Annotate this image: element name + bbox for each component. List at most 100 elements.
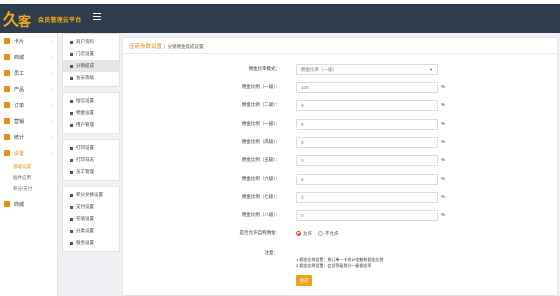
subnav-item[interactable]: 分销提成: [63, 60, 119, 72]
sidebar-item-5[interactable]: 营销 ›: [0, 113, 57, 129]
rate-input[interactable]: 0: [296, 191, 438, 203]
sidebar-item-2[interactable]: 员工 ›: [0, 65, 57, 81]
subnav-item-label: 员工管理: [76, 169, 94, 174]
form-row-rate-5: 佣金比例（五级）： 0%: [123, 155, 559, 167]
radio-disallow[interactable]: 不允许: [318, 231, 339, 237]
subnav-item-label: 打印日志: [76, 157, 94, 162]
home-icon: [4, 38, 10, 44]
bullet-icon: [70, 64, 73, 68]
bullet-icon: [70, 111, 73, 115]
rate-label: 佣金比例（高级）：: [241, 138, 280, 144]
sidebar-subitem-2[interactable]: 积分/支付: [0, 183, 57, 194]
subnav-item[interactable]: 积分兑换设置: [63, 189, 119, 201]
subnav-item-label: 积分兑换设置: [76, 192, 103, 197]
subnav-item[interactable]: 会员等级: [63, 72, 119, 84]
sidebar-item-6[interactable]: 统计 ›: [0, 129, 57, 145]
order-icon: [4, 102, 10, 108]
rate-label: 佣金比例（一级）：: [241, 120, 280, 126]
breadcrumb: 佳商参数设置 | 分销佣金提成设置: [129, 42, 203, 50]
form-row-rate-3: 佣金比例（一级）： 0%: [123, 118, 559, 130]
sidebar-item-label: 商城: [14, 54, 25, 61]
self-purchase-radios: 允许 不允许: [296, 228, 345, 239]
form-row-rate-6: 佣金比例（六级）： 0%: [123, 173, 559, 185]
rate-input[interactable]: 100: [296, 82, 438, 93]
bullet-icon: [70, 40, 73, 44]
bullet-icon: [70, 241, 73, 245]
bullet-icon: [70, 229, 73, 233]
percent-sign: %: [441, 157, 446, 163]
chevron-right-icon: ›: [50, 71, 52, 76]
rate-input[interactable]: 0: [296, 210, 438, 222]
subnav-item[interactable]: 支付设置: [63, 201, 119, 213]
sidebar-item-label: 设置: [14, 150, 25, 157]
rate-input[interactable]: 0: [296, 173, 438, 185]
rate-input[interactable]: 0: [296, 100, 438, 112]
bullet-icon: [70, 170, 73, 174]
subnav-item[interactable]: 用户管理: [63, 119, 119, 131]
percent-sign: %: [441, 193, 446, 199]
radio-disallow-circle[interactable]: [318, 231, 323, 236]
rate-input[interactable]: 0: [296, 155, 438, 167]
breadcrumb-main[interactable]: 佳商参数设置: [129, 44, 162, 50]
sidebar-item-last[interactable]: 商城: [0, 196, 57, 212]
subnav-item-label: 门店设置: [76, 51, 94, 56]
subnav-item[interactable]: 服务设置: [63, 237, 119, 249]
sidebar-item-label: 订单: [14, 102, 25, 109]
note-line-2: 2.佣金比例设置：会员等级划分一级佣金率: [296, 263, 372, 268]
mode-select[interactable]: 佣金比率（一级） ▼: [296, 64, 438, 75]
top-bar: 久 客 会员管理云平台: [0, 0, 560, 33]
browser-strip: [0, 0, 560, 4]
subnav-item[interactable]: 充值设置: [63, 213, 119, 225]
subnav-item[interactable]: 打印日志: [63, 154, 119, 166]
subnav-group-2: 打印设置打印日志员工管理: [62, 139, 120, 181]
chevron-down-icon: ▼: [429, 67, 433, 72]
bullet-icon: [70, 205, 73, 209]
subnav-item[interactable]: 商户资料: [63, 36, 119, 48]
sidebar-item-label: 员工: [14, 70, 25, 77]
chevron-right-icon: ›: [50, 87, 52, 92]
chevron-right-icon: ›: [50, 135, 52, 140]
mode-select-value: 佣金比率（一级）: [301, 67, 337, 72]
sidebar-item-1[interactable]: 商城 ›: [0, 49, 57, 65]
rate-label: 佣金比例（七级）：: [241, 193, 280, 199]
settings-icon: [4, 150, 10, 156]
sidebar-item-4[interactable]: 订单 ›: [0, 97, 57, 113]
subnav-item[interactable]: 短信设置: [63, 95, 119, 107]
rate-input[interactable]: 0: [296, 136, 438, 148]
sidebar-item-7[interactable]: 设置 ›: [0, 145, 57, 161]
radio-allow-label: 允许: [303, 230, 312, 236]
rate-label: 佣金比例（二级）：: [241, 102, 280, 108]
subnav-item-label: 服务设置: [76, 240, 94, 245]
subnav-item-label: 会员等级: [76, 75, 94, 80]
breadcrumb-separator: |: [164, 44, 166, 50]
subnav-item-label: 佣金设置: [76, 110, 94, 115]
sidebar-subitem-0[interactable]: 基础设置: [0, 161, 57, 172]
subnav-item[interactable]: 门店设置: [63, 48, 119, 60]
sidebar-item-0[interactable]: 卡片 ›: [0, 33, 57, 49]
bullet-icon: [70, 99, 73, 103]
form-row-rate-4: 佣金比例（高级）： 0%: [123, 136, 559, 148]
breadcrumb-current: 分销佣金提成设置: [167, 44, 204, 49]
rate-input[interactable]: 0: [296, 118, 438, 130]
radio-allow-circle[interactable]: [296, 231, 301, 236]
sidebar-item-3[interactable]: 产品 ›: [0, 81, 57, 97]
radio-allow[interactable]: 允许: [296, 231, 312, 237]
form-row-mode: 佣金比率模式： 佣金比率（一级） ▼: [123, 64, 559, 75]
subnav-item[interactable]: 佣金设置: [63, 107, 119, 119]
brand-name: 会员管理云平台: [38, 18, 82, 24]
subnav-item[interactable]: 员工管理: [63, 166, 119, 178]
rate-label: 佣金比例（八级）：: [241, 212, 280, 218]
radio-disallow-label: 不允许: [325, 230, 339, 236]
save-button[interactable]: 保存: [296, 275, 312, 286]
chevron-right-icon: ›: [50, 55, 52, 60]
percent-sign: %: [441, 102, 446, 108]
rate-label: 佣金比例（一级）：: [241, 84, 280, 89]
subnav-item-label: 商户资料: [76, 39, 94, 44]
menu-toggle-icon[interactable]: [93, 13, 101, 21]
subnav-item[interactable]: 分类设置: [63, 225, 119, 237]
sidebar-item-label: 营销: [14, 118, 25, 125]
subnav-item[interactable]: 打印设置: [63, 142, 119, 154]
subnav-group-1: 短信设置佣金设置用户管理: [62, 92, 120, 134]
sidebar-subitem-1[interactable]: 插件应用: [0, 172, 57, 183]
subnav-item-label: 支付设置: [76, 204, 94, 209]
